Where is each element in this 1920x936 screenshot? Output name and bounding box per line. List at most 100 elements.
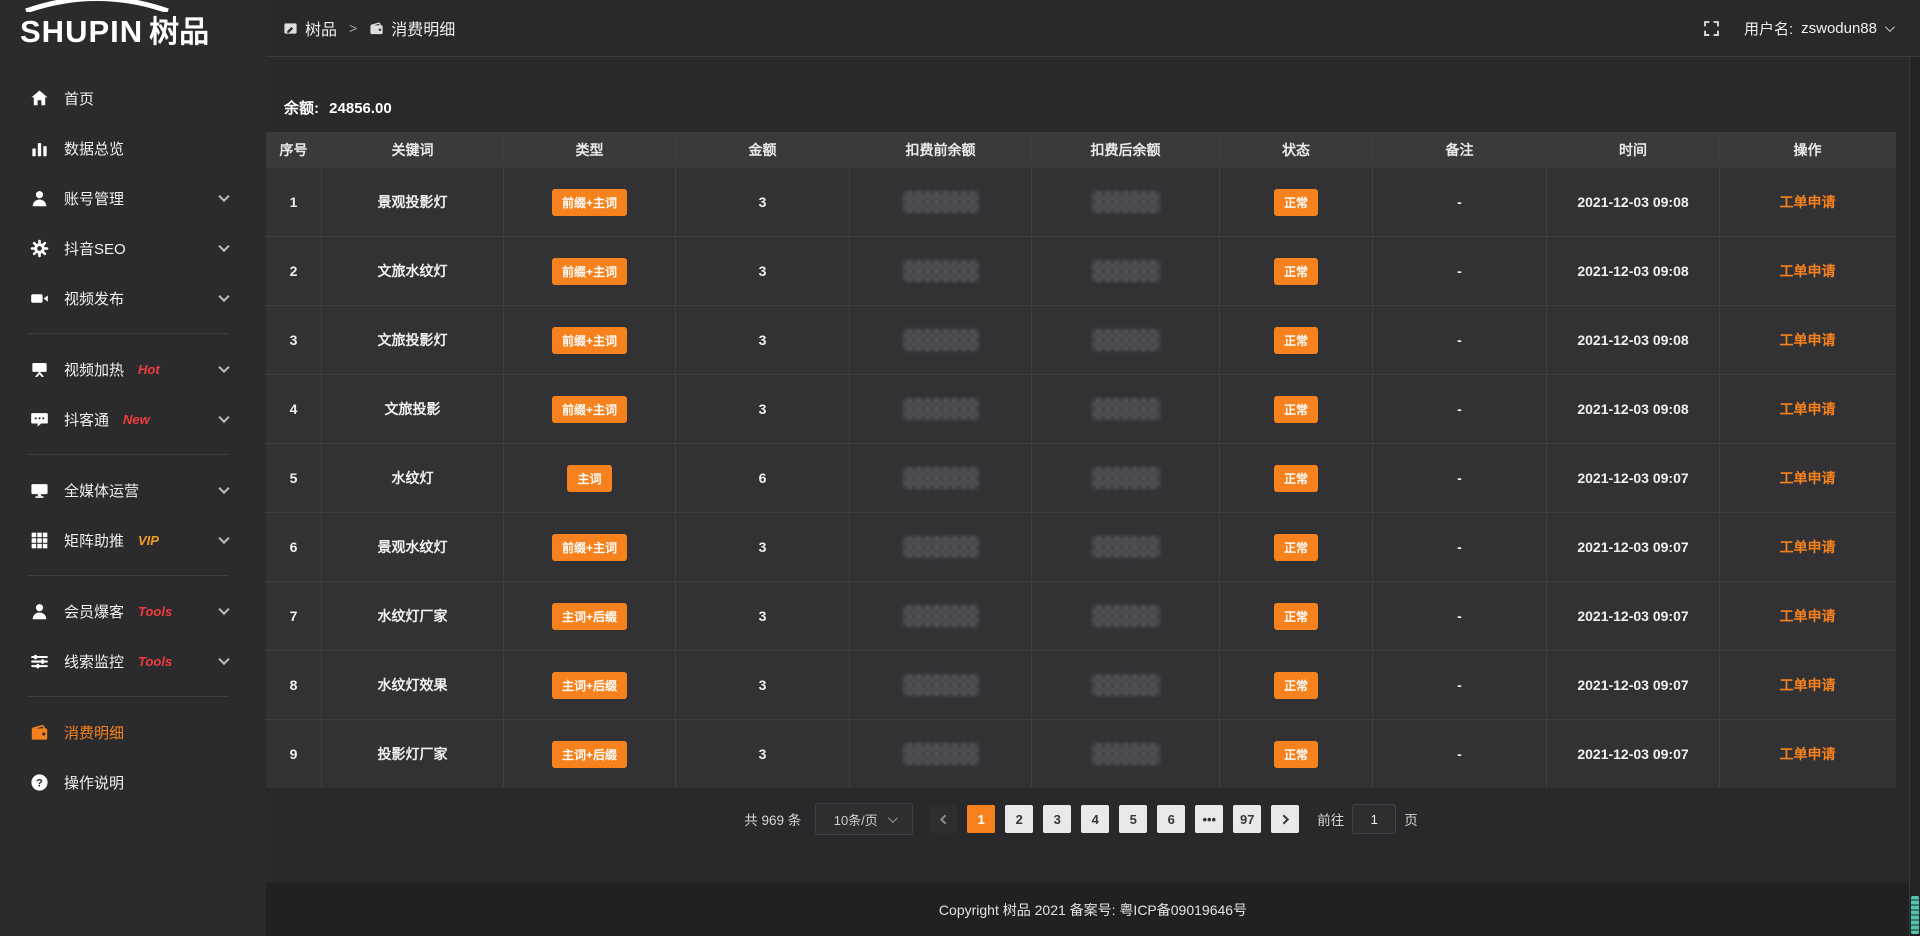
page-number-button[interactable]: 6 — [1157, 805, 1185, 833]
ticket-apply-link[interactable]: 工单申请 — [1780, 675, 1836, 695]
status-badge: 正常 — [1274, 396, 1318, 423]
sidebar-item[interactable]: 视频加热 Hot — [0, 344, 266, 394]
sidebar-item[interactable]: 消费明细 — [0, 707, 266, 757]
sidebar-item[interactable]: 矩阵助推 VIP — [0, 515, 266, 565]
cell-time: 2021-12-03 09:07 — [1547, 582, 1720, 650]
username-value: zswodun88 — [1801, 20, 1877, 37]
chevron-down-icon — [218, 654, 229, 665]
page-number-list: 1 2 3 4 5 6 ••• 97 — [967, 805, 1261, 833]
masked-value — [1092, 743, 1160, 765]
table-header-cell: 扣费后余额 — [1032, 132, 1220, 167]
masked-value — [903, 605, 979, 627]
ticket-apply-link[interactable]: 工单申请 — [1780, 468, 1836, 488]
page-number-button[interactable]: 5 — [1119, 805, 1147, 833]
masked-value — [1092, 467, 1160, 489]
breadcrumb-item-current[interactable]: 消费明细 — [369, 16, 455, 40]
ticket-apply-link[interactable]: 工单申请 — [1780, 261, 1836, 281]
masked-value — [903, 674, 979, 696]
sidebar-item-label: 抖音SEO — [64, 238, 126, 259]
cell-remark: - — [1373, 168, 1547, 236]
masked-value — [903, 398, 979, 420]
cell-balance-after — [1032, 237, 1220, 305]
breadcrumb-item-home[interactable]: 树品 — [283, 16, 337, 40]
sidebar-item[interactable]: ? 操作说明 — [0, 757, 266, 807]
masked-value — [1092, 191, 1160, 213]
cell-balance-after — [1032, 306, 1220, 374]
masked-value — [1092, 329, 1160, 351]
table-header-cell: 扣费前余额 — [850, 132, 1032, 167]
prev-page-button[interactable] — [929, 805, 957, 833]
sidebar-item-label: 抖客通 — [64, 409, 109, 430]
page-size-select[interactable]: 10条/页 — [815, 803, 913, 835]
sidebar-item[interactable]: 会员爆客 Tools — [0, 586, 266, 636]
ticket-apply-link[interactable]: 工单申请 — [1780, 192, 1836, 212]
sidebar-item-icon — [30, 289, 49, 308]
sidebar-item-badge: Hot — [138, 362, 160, 377]
goto-page-input[interactable] — [1352, 804, 1396, 834]
sidebar-item-label: 矩阵助推 — [64, 530, 124, 551]
page-number-button[interactable]: 4 — [1081, 805, 1109, 833]
next-page-button[interactable] — [1271, 805, 1299, 833]
cell-keyword: 景观水纹灯 — [322, 513, 504, 581]
table-header-cell: 操作 — [1720, 132, 1895, 167]
cell-balance-before — [850, 651, 1032, 719]
masked-value — [903, 467, 979, 489]
cell-amount: 3 — [676, 513, 850, 581]
cell-remark: - — [1373, 375, 1547, 443]
brand-logo[interactable]: SHUPIN 树品 — [0, 0, 266, 57]
cell-amount: 3 — [676, 720, 850, 788]
user-menu[interactable]: 用户名: zswodun88 — [1744, 18, 1892, 39]
breadcrumb-label: 树品 — [305, 16, 337, 40]
ticket-apply-link[interactable]: 工单申请 — [1780, 537, 1836, 557]
sidebar-item[interactable]: 全媒体运营 — [0, 465, 266, 515]
fullscreen-icon[interactable] — [1703, 20, 1720, 37]
cell-keyword: 景观投影灯 — [322, 168, 504, 236]
status-badge: 正常 — [1274, 189, 1318, 216]
page-number-button[interactable]: ••• — [1195, 805, 1223, 833]
cell-amount: 6 — [676, 444, 850, 512]
table-row: 8 水纹灯效果 主词+后缀 3 正常 - 2021-12-03 09:07 工单… — [266, 650, 1896, 719]
sidebar-item-label: 视频发布 — [64, 288, 124, 309]
table-row: 1 景观投影灯 前缀+主词 3 正常 - 2021-12-03 09:08 工单… — [266, 167, 1896, 236]
sidebar-item[interactable]: 抖客通 New — [0, 394, 266, 444]
sidebar-item[interactable]: 账号管理 — [0, 173, 266, 223]
table-header-cell: 序号 — [266, 132, 322, 167]
pagination-total: 共 969 条 — [744, 809, 801, 829]
page-number-button[interactable]: 2 — [1005, 805, 1033, 833]
chevron-down-icon — [218, 483, 229, 494]
scrollbar[interactable] — [1909, 57, 1920, 936]
sidebar-item-icon — [30, 410, 49, 429]
cell-action: 工单申请 — [1720, 720, 1895, 788]
goto-label: 前往 — [1317, 809, 1344, 829]
sidebar-item[interactable]: 数据总览 — [0, 123, 266, 173]
brand-logo-inner: SHUPIN 树品 — [20, 7, 209, 51]
masked-value — [903, 260, 979, 282]
sidebar-item-badge: VIP — [138, 533, 159, 548]
type-badge: 前缀+主词 — [552, 396, 627, 423]
cell-action: 工单申请 — [1720, 375, 1895, 443]
ticket-apply-link[interactable]: 工单申请 — [1780, 744, 1836, 764]
scrollbar-thumb[interactable] — [1911, 896, 1919, 934]
topbar-right: 用户名: zswodun88 — [1703, 18, 1892, 39]
cell-time: 2021-12-03 09:07 — [1547, 513, 1720, 581]
page-number-button[interactable]: 97 — [1233, 805, 1261, 833]
sidebar-item[interactable]: 首页 — [0, 73, 266, 123]
cell-index: 2 — [266, 237, 322, 305]
table-row: 5 水纹灯 主词 6 正常 - 2021-12-03 09:07 工单申请 — [266, 443, 1896, 512]
ticket-apply-link[interactable]: 工单申请 — [1780, 330, 1836, 350]
page-number-button[interactable]: 3 — [1043, 805, 1071, 833]
balance-label: 余额: — [284, 100, 319, 117]
page-number-button[interactable]: 1 — [967, 805, 995, 833]
ticket-apply-link[interactable]: 工单申请 — [1780, 399, 1836, 419]
cell-amount: 3 — [676, 306, 850, 374]
cell-index: 8 — [266, 651, 322, 719]
sidebar-item[interactable]: 抖音SEO — [0, 223, 266, 273]
sidebar-item[interactable]: 线索监控 Tools — [0, 636, 266, 686]
cell-action: 工单申请 — [1720, 168, 1895, 236]
cell-keyword: 水纹灯效果 — [322, 651, 504, 719]
logo-text-en: SHUPIN — [20, 14, 143, 50]
ticket-apply-link[interactable]: 工单申请 — [1780, 606, 1836, 626]
sidebar-item[interactable]: 视频发布 — [0, 273, 266, 323]
cell-balance-before — [850, 513, 1032, 581]
cell-remark: - — [1373, 444, 1547, 512]
